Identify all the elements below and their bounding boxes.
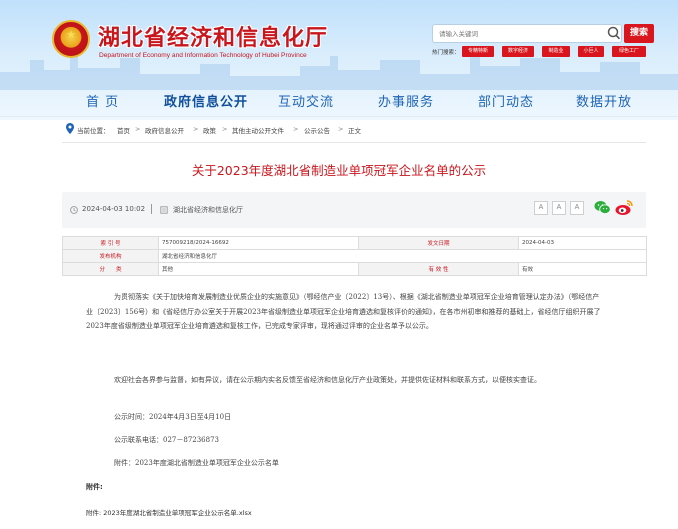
table-row: 分 类 其他 有 效 性 有效 — [62, 262, 647, 276]
publisher-label: 发布机构 — [62, 249, 159, 263]
nav-item-news[interactable]: 部门动态 — [478, 91, 534, 110]
source-icon — [160, 206, 168, 214]
meta-divider — [151, 204, 152, 214]
location-pin-icon — [66, 123, 74, 134]
search-button[interactable]: 搜索 — [624, 24, 654, 43]
hot-search-tag[interactable]: 数字经济 — [502, 46, 534, 57]
body-paragraph: 公示时间：2024年4月3日至4月10日 — [114, 413, 232, 421]
national-emblem-icon: ★ — [52, 20, 90, 58]
main-nav: 首 页 政府信息公开 互动交流 办事服务 部门动态 数据开放 — [0, 88, 678, 114]
search-input[interactable] — [439, 28, 599, 40]
hot-search-label: 热门搜索： — [432, 50, 460, 56]
nav-item-interaction[interactable]: 互动交流 — [278, 91, 334, 110]
nav-divider — [0, 116, 678, 117]
attachment-link[interactable]: 附件: 2023年度湖北省制造业单项冠军企业公示名单.xlsx — [86, 507, 252, 517]
nav-item-open-data[interactable]: 数据开放 — [576, 91, 632, 110]
nav-item-services[interactable]: 办事服务 — [378, 91, 434, 110]
site-title[interactable]: 湖北省经济和信息化厅 — [98, 20, 328, 52]
nav-item-gov-info[interactable]: 政府信息公开 — [164, 91, 248, 110]
breadcrumb-separator: > — [293, 125, 299, 133]
hot-search-tag[interactable]: 小巨人 — [578, 46, 604, 57]
issue-date-label: 发文日期 — [358, 236, 519, 250]
breadcrumb-separator: > — [222, 125, 228, 133]
hot-search-tag[interactable]: 制造业 — [542, 46, 570, 57]
category-label: 分 类 — [62, 262, 159, 276]
font-size-small-button[interactable]: A — [570, 201, 584, 215]
body-paragraph: 欢迎社会各界参与监督，如有异议，请在公示期内实名反馈至省经济和信息化厅产业政策处… — [114, 376, 541, 384]
breadcrumb-item-policy[interactable]: 政策 — [203, 125, 216, 135]
index-number-value: 757009218/2024-16692 — [158, 236, 359, 250]
attachment-heading: 附件: — [86, 483, 103, 491]
font-size-medium-button[interactable]: A — [552, 201, 566, 215]
font-size-large-button[interactable]: A — [534, 201, 548, 215]
body-paragraph: 公示联系电话：027－87236873 — [114, 436, 219, 444]
table-row: 索 引 号 757009218/2024-16692 发文日期 2024-04-… — [62, 236, 647, 250]
validity-value: 有效 — [518, 262, 647, 276]
breadcrumb-prefix: 当前位置： — [77, 127, 110, 135]
validity-label: 有 效 性 — [358, 262, 519, 276]
nav-item-home[interactable]: 首 页 — [86, 91, 119, 110]
wechat-icon[interactable] — [594, 200, 611, 215]
breadcrumb-item-gov-info[interactable]: 政府信息公开 — [145, 125, 184, 135]
breadcrumb-item-notices[interactable]: 公示公告 — [304, 125, 330, 135]
hot-search-tag[interactable]: 绿色工厂 — [612, 46, 646, 57]
breadcrumb-divider — [62, 142, 646, 143]
category-value: 其他 — [158, 262, 359, 276]
body-paragraph: 为贯彻落实《关于加快培育发展制造业优质企业的实施意见》（鄂经信产业〔2022〕1… — [86, 293, 601, 330]
breadcrumb-separator: > — [135, 125, 141, 133]
issue-date-value: 2024-04-03 — [518, 236, 647, 250]
search-icon[interactable] — [605, 24, 623, 43]
breadcrumb-item-current: 正文 — [348, 127, 361, 135]
clock-icon — [70, 206, 78, 214]
breadcrumb-item-other-files[interactable]: 其他主动公开文件 — [232, 125, 284, 135]
breadcrumb-item-home[interactable]: 首页 — [117, 125, 130, 135]
table-row: 发布机构 湖北省经济和信息化厅 — [62, 249, 647, 263]
article-date: 2024-04-03 10:02 — [82, 205, 146, 213]
document-info-table: 索 引 号 757009218/2024-16692 发文日期 2024-04-… — [62, 236, 647, 276]
article-title: 关于2023年度湖北省制造业单项冠军企业名单的公示 — [191, 163, 487, 178]
site-subtitle: Department of Economy and Information Te… — [99, 52, 307, 59]
breadcrumb-separator: > — [338, 125, 344, 133]
publisher-value: 湖北省经济和信息化厅 — [158, 249, 647, 263]
index-number-label: 索 引 号 — [62, 236, 159, 250]
search-box — [432, 24, 622, 43]
article-source: 湖北省经济和信息化厅 — [173, 206, 243, 214]
weibo-icon[interactable] — [615, 199, 633, 216]
hot-search-tag[interactable]: 专精特新 — [462, 46, 494, 57]
body-paragraph: 附件：2023年度湖北省制造业单项冠军企业公示名单 — [114, 459, 279, 467]
breadcrumb-separator: > — [193, 125, 199, 133]
